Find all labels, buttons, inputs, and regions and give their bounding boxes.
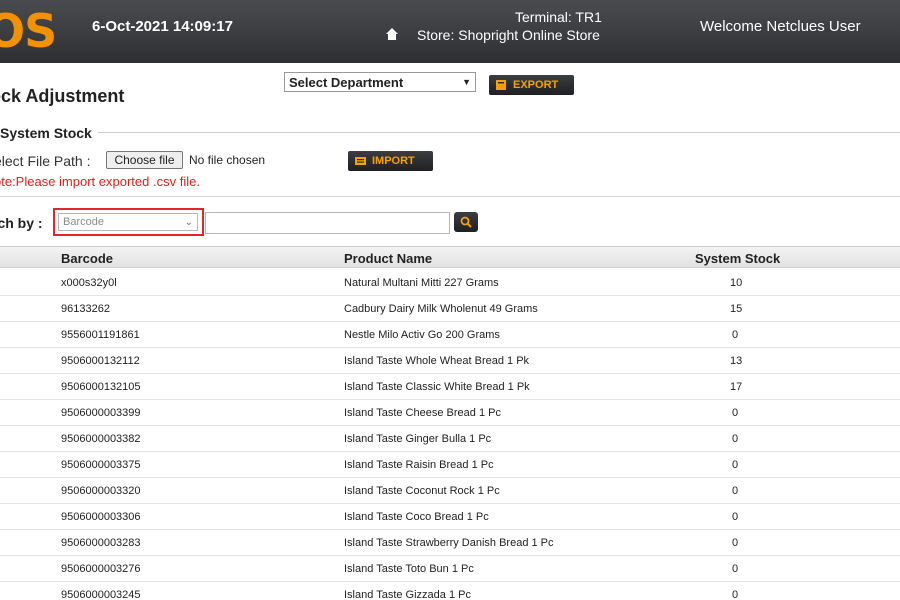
- table-row[interactable]: 9556001191861 Nestle Milo Activ Go 200 Gr…: [0, 322, 900, 348]
- system-stock-legend: System Stock: [0, 125, 92, 141]
- cell-system-stock: 0: [731, 589, 739, 600]
- table-row[interactable]: 9506000003276 Island Taste Toto Bun 1 Pc 0: [0, 556, 900, 582]
- chevron-down-icon: ⌄: [184, 216, 193, 228]
- cell-product-name: Island Taste Strawberry Danish Bread 1 P…: [344, 537, 554, 549]
- column-header-system-stock[interactable]: System Stock: [695, 251, 780, 266]
- cell-system-stock: 0: [731, 329, 739, 341]
- cell-barcode: 9506000003306: [61, 511, 141, 523]
- chevron-down-icon: ▼: [462, 77, 471, 87]
- search-by-select-value: Barcode: [63, 216, 104, 228]
- cell-product-name: Island Taste Coco Bread 1 Pc: [344, 511, 489, 523]
- cell-system-stock: 15: [730, 303, 743, 315]
- department-select[interactable]: Select Department ▼: [284, 72, 476, 92]
- import-icon: [355, 157, 366, 165]
- cell-barcode: 9506000003399: [61, 407, 141, 419]
- column-header-product-name[interactable]: Product Name: [344, 251, 432, 266]
- cell-product-name: Island Taste Coconut Rock 1 Pc: [344, 485, 500, 497]
- export-label: EXPORT: [513, 79, 559, 91]
- file-status: No file chosen: [189, 153, 266, 167]
- page-title: ock Adjustment: [0, 86, 125, 106]
- column-header-barcode[interactable]: Barcode: [61, 251, 113, 266]
- cell-product-name: Island Taste Ginger Bulla 1 Pc: [344, 433, 492, 445]
- cell-system-stock: 0: [731, 511, 739, 523]
- table-row[interactable]: x000s32y0l Natural Multani Mitti 227 Gram…: [0, 270, 900, 296]
- table-row[interactable]: 9506000003382 Island Taste Ginger Bulla 1…: [0, 426, 900, 452]
- app-logo[interactable]: OS: [0, 6, 57, 56]
- terminal-label: Terminal: TR1: [515, 9, 602, 25]
- cell-barcode: 9506000003245: [61, 589, 141, 600]
- cell-system-stock: 0: [731, 433, 739, 445]
- table-row[interactable]: 9506000003320 Island Taste Coconut Rock 1…: [0, 478, 900, 504]
- legend-divider: [98, 132, 900, 133]
- cell-system-stock: 0: [731, 563, 739, 575]
- table-row[interactable]: 9506000132112 Island Taste Whole Wheat Br…: [0, 348, 900, 374]
- cell-system-stock: 0: [731, 459, 739, 471]
- table-row[interactable]: 9506000132105 Island Taste Classic White …: [0, 374, 900, 400]
- table-row[interactable]: 96133262 Cadbury Dairy Milk Wholenut 49 G…: [0, 296, 900, 322]
- department-select-value: Select Department: [289, 74, 404, 90]
- cell-system-stock: 0: [731, 485, 739, 497]
- section-divider: [0, 196, 900, 197]
- cell-barcode: 9506000132105: [61, 381, 141, 393]
- cell-barcode: x000s32y0l: [61, 277, 117, 289]
- cell-system-stock: 13: [730, 355, 743, 367]
- import-label: IMPORT: [372, 155, 415, 167]
- cell-product-name: Island Taste Whole Wheat Bread 1 Pk: [344, 355, 530, 367]
- cell-barcode: 9506000003382: [61, 433, 141, 445]
- welcome-user[interactable]: Welcome Netclues User: [700, 18, 861, 35]
- cell-barcode: 9506000003320: [61, 485, 141, 497]
- table-header: Barcode Product Name System Stock: [0, 246, 900, 268]
- cell-product-name: Island Taste Raisin Bread 1 Pc: [344, 459, 494, 471]
- search-select-highlight: Barcode ⌄: [53, 208, 204, 236]
- table-row[interactable]: 9506000003306 Island Taste Coco Bread 1 P…: [0, 504, 900, 530]
- import-note: ote:Please import exported .csv file.: [0, 174, 200, 189]
- choose-file-button[interactable]: Choose file: [106, 151, 183, 169]
- search-by-label: rch by :: [0, 215, 43, 231]
- search-by-select[interactable]: Barcode ⌄: [58, 213, 198, 231]
- cell-product-name: Island Taste Gizzada 1 Pc: [344, 589, 471, 600]
- cell-system-stock: 0: [731, 537, 739, 549]
- cell-barcode: 9506000003276: [61, 563, 141, 575]
- export-icon: [496, 80, 506, 90]
- search-button[interactable]: [454, 212, 478, 232]
- file-path-label: elect File Path :: [0, 153, 91, 169]
- cell-product-name: Island Taste Toto Bun 1 Pc: [344, 563, 474, 575]
- table-row[interactable]: 9506000003375 Island Taste Raisin Bread 1…: [0, 452, 900, 478]
- datetime: 6-Oct-2021 14:09:17: [92, 18, 233, 35]
- import-button[interactable]: IMPORT: [348, 151, 433, 171]
- cell-barcode: 9556001191861: [61, 329, 140, 341]
- export-button[interactable]: EXPORT: [489, 75, 574, 95]
- home-icon[interactable]: [385, 27, 399, 41]
- cell-barcode: 96133262: [61, 303, 110, 315]
- table-row[interactable]: 9506000003245 Island Taste Gizzada 1 Pc 0: [0, 582, 900, 600]
- table-row[interactable]: 9506000003399 Island Taste Cheese Bread 1…: [0, 400, 900, 426]
- store-label: Store: Shopright Online Store: [417, 27, 600, 43]
- top-header: OS 6-Oct-2021 14:09:17 Terminal: TR1 Sto…: [0, 0, 900, 63]
- cell-product-name: Island Taste Cheese Bread 1 Pc: [344, 407, 501, 419]
- cell-system-stock: 17: [730, 381, 743, 393]
- search-input[interactable]: [205, 212, 450, 234]
- cell-barcode: 9506000132112: [61, 355, 140, 367]
- cell-product-name: Cadbury Dairy Milk Wholenut 49 Grams: [344, 303, 538, 315]
- cell-product-name: Natural Multani Mitti 227 Grams: [344, 277, 499, 289]
- cell-barcode: 9506000003283: [61, 537, 141, 549]
- cell-product-name: Nestle Milo Activ Go 200 Grams: [344, 329, 500, 341]
- search-icon: [460, 216, 472, 228]
- table-row[interactable]: 9506000003283 Island Taste Strawberry Dan…: [0, 530, 900, 556]
- cell-barcode: 9506000003375: [61, 459, 141, 471]
- cell-product-name: Island Taste Classic White Bread 1 Pk: [344, 381, 530, 393]
- cell-system-stock: 0: [731, 407, 739, 419]
- cell-system-stock: 10: [730, 277, 743, 289]
